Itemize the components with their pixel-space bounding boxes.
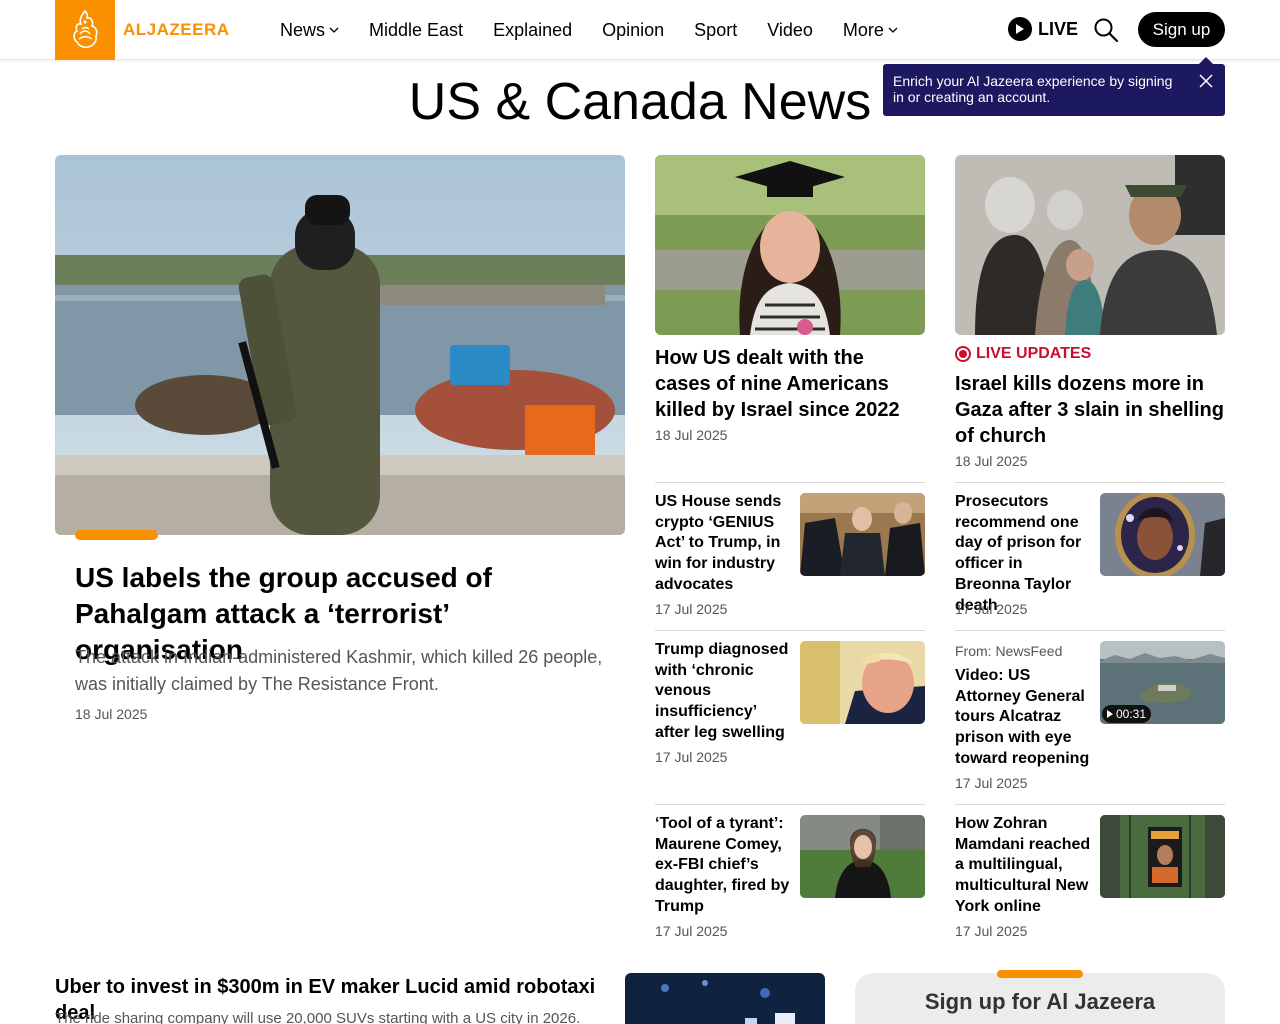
nav-item-news[interactable]: News	[280, 20, 339, 41]
featured-date: 18 Jul 2025	[75, 706, 148, 722]
story-date: 17 Jul 2025	[655, 601, 728, 617]
play-icon	[1008, 17, 1032, 41]
nav-item-label: Opinion	[602, 19, 665, 40]
story-thumbnail[interactable]	[800, 641, 925, 724]
story-title[interactable]: Prosecutors recommend one day of prison …	[955, 492, 1091, 616]
nav-item-label: Middle East	[369, 19, 464, 40]
story-date: 17 Jul 2025	[955, 601, 1028, 617]
story-thumbnail[interactable]	[800, 493, 925, 576]
divider	[655, 804, 925, 805]
story-title[interactable]: US House sends crypto ‘GENIUS Act’ to Tr…	[655, 492, 791, 596]
live-ring-icon	[955, 346, 971, 362]
story-title[interactable]: ‘Tool of a tyrant’: Maurene Comey, ex-FB…	[655, 814, 791, 918]
site-header: ALJAZEERA News Middle East Explained Opi…	[0, 0, 1280, 60]
nav-item-more[interactable]: More	[843, 20, 898, 41]
story-source: From: NewsFeed	[955, 643, 1063, 659]
nav-item-sport[interactable]: Sport	[694, 20, 737, 41]
nav-item-label: Video	[767, 19, 813, 40]
video-duration: 00:31	[1116, 707, 1147, 721]
live-button[interactable]: LIVE	[1008, 17, 1078, 41]
signup-accent-bar	[997, 970, 1083, 978]
card-title[interactable]: How US dealt with the cases of nine Amer…	[655, 345, 925, 423]
signup-button[interactable]: Sign up	[1138, 12, 1225, 47]
bottom-story-image[interactable]	[625, 973, 825, 1024]
story-title[interactable]: Trump diagnosed with ‘chronic venous ins…	[655, 640, 791, 744]
divider	[955, 804, 1225, 805]
divider	[955, 630, 1225, 631]
chevron-down-icon	[888, 27, 898, 33]
featured-accent-bar	[75, 530, 158, 540]
nav-item-label: News	[280, 19, 326, 40]
story-date: 17 Jul 2025	[655, 923, 728, 939]
nav-item-video[interactable]: Video	[767, 20, 813, 41]
live-label: LIVE	[1038, 18, 1079, 39]
nav-item-middle-east[interactable]: Middle East	[369, 20, 463, 41]
live-updates-label: LIVE UPDATES	[976, 345, 1092, 362]
bottom-story-description: The ride sharing company will use 20,000…	[55, 1010, 581, 1024]
featured-description: The attack in Indian-administered Kashmi…	[75, 647, 603, 694]
story-date: 17 Jul 2025	[955, 775, 1028, 791]
logo-wordmark: ALJAZEERA	[123, 20, 230, 39]
story-thumbnail[interactable]	[1100, 815, 1225, 898]
play-icon	[1107, 710, 1113, 718]
divider	[955, 482, 1225, 483]
story-title[interactable]: Video: US Attorney General tours Alcatra…	[955, 666, 1091, 770]
chevron-down-icon	[329, 27, 339, 33]
live-updates-badge: LIVE UPDATES	[955, 345, 1091, 363]
story-date: 17 Jul 2025	[655, 749, 728, 765]
nav-item-label: Explained	[493, 19, 573, 40]
card-title[interactable]: Israel kills dozens more in Gaza after 3…	[955, 371, 1225, 449]
aljazeera-logo-icon	[55, 0, 115, 60]
card-image-gaza[interactable]	[955, 155, 1225, 335]
divider	[655, 482, 925, 483]
nav-item-opinion[interactable]: Opinion	[602, 20, 664, 41]
main-nav: News Middle East Explained Opinion Sport…	[280, 0, 928, 60]
video-duration-badge: 00:31	[1102, 705, 1152, 723]
card-date: 18 Jul 2025	[955, 453, 1028, 469]
nav-item-label: Sport	[694, 19, 738, 40]
page-title: US & Canada News	[408, 73, 872, 131]
story-thumbnail[interactable]	[800, 815, 925, 898]
card-date: 18 Jul 2025	[655, 427, 728, 443]
featured-image[interactable]	[55, 155, 625, 535]
signup-panel-title: Sign up for Al Jazeera	[924, 989, 1156, 1014]
divider	[655, 630, 925, 631]
story-thumbnail[interactable]	[1100, 493, 1225, 576]
search-icon[interactable]	[1092, 16, 1120, 44]
nav-item-explained[interactable]: Explained	[493, 20, 572, 41]
logo[interactable]: ALJAZEERA	[55, 0, 230, 60]
story-date: 17 Jul 2025	[955, 923, 1028, 939]
story-title[interactable]: How Zohran Mamdani reached a multilingua…	[955, 814, 1091, 918]
card-image-graduate[interactable]	[655, 155, 925, 335]
nav-item-label: More	[842, 19, 884, 40]
